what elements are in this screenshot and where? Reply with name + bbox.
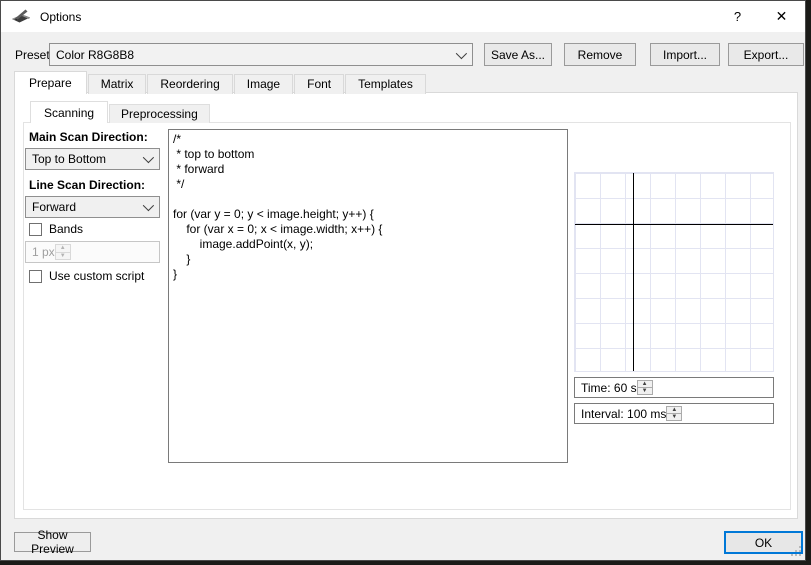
spinner-buttons[interactable]: ▲ ▼ bbox=[666, 406, 683, 421]
checkbox-icon bbox=[29, 222, 42, 236]
chevron-down-icon bbox=[455, 47, 468, 59]
main-tab-strip: Prepare Matrix Reordering Image Font Tem… bbox=[14, 71, 427, 94]
tab-prepare[interactable]: Prepare bbox=[14, 71, 87, 94]
window-title: Options bbox=[40, 9, 82, 24]
use-custom-script-checkbox[interactable]: Use custom script bbox=[29, 269, 144, 283]
sub-tab-strip: Scanning Preprocessing bbox=[30, 101, 211, 123]
tab-scanning[interactable]: Scanning bbox=[30, 101, 109, 123]
tab-image[interactable]: Image bbox=[233, 74, 294, 94]
tab-preprocessing[interactable]: Preprocessing bbox=[109, 104, 210, 123]
interval-spinner[interactable]: Interval: 100 ms ▲ ▼ bbox=[574, 403, 774, 424]
spinner-buttons[interactable]: ▲ ▼ bbox=[636, 380, 653, 395]
time-value: Time: 60 s bbox=[581, 380, 637, 395]
scan-horizontal-axis-line bbox=[575, 224, 773, 225]
main-scan-direction-label: Main Scan Direction: bbox=[29, 130, 148, 144]
line-scan-direction-value: Forward bbox=[32, 200, 77, 214]
export-button[interactable]: Export... bbox=[728, 43, 804, 66]
import-button[interactable]: Import... bbox=[650, 43, 720, 66]
app-icon bbox=[12, 9, 30, 23]
chevron-down-icon bbox=[142, 199, 155, 212]
preset-value: Color R8G8B8 bbox=[56, 47, 135, 62]
desktop-background: Options ? ✕ Preset: Color R8G8B8 Save As… bbox=[0, 0, 811, 565]
remove-button[interactable]: Remove bbox=[564, 43, 636, 66]
preset-combobox[interactable]: Color R8G8B8 bbox=[49, 43, 473, 66]
line-scan-direction-combobox[interactable]: Forward bbox=[25, 196, 160, 218]
main-scan-direction-value: Top to Bottom bbox=[32, 152, 107, 166]
scan-preview-grid bbox=[574, 172, 774, 372]
help-button[interactable]: ? bbox=[715, 1, 760, 32]
scan-script-editor[interactable]: /* * top to bottom * forward */ for (var… bbox=[168, 129, 568, 463]
tab-templates[interactable]: Templates bbox=[345, 74, 426, 94]
close-icon[interactable]: ✕ bbox=[759, 1, 804, 32]
spinner-buttons[interactable]: ▲ ▼ bbox=[54, 244, 71, 260]
tab-font[interactable]: Font bbox=[294, 74, 345, 94]
bands-checkbox[interactable]: Bands bbox=[29, 222, 83, 236]
resize-grip[interactable] bbox=[791, 546, 801, 556]
title-bar: Options ? ✕ bbox=[1, 1, 805, 32]
spin-down-icon[interactable]: ▼ bbox=[667, 414, 681, 420]
tab-matrix[interactable]: Matrix bbox=[87, 74, 147, 94]
bands-label: Bands bbox=[49, 222, 84, 236]
main-scan-direction-combobox[interactable]: Top to Bottom bbox=[25, 148, 160, 170]
interval-value: Interval: 100 ms bbox=[581, 406, 667, 421]
time-spinner[interactable]: Time: 60 s ▲ ▼ bbox=[574, 377, 774, 398]
spin-up-icon[interactable]: ▲ bbox=[55, 245, 70, 253]
options-dialog: Options ? ✕ Preset: Color R8G8B8 Save As… bbox=[0, 0, 806, 561]
bands-size-spinner[interactable]: 1 px ▲ ▼ bbox=[25, 241, 160, 263]
use-custom-script-label: Use custom script bbox=[49, 269, 145, 283]
chevron-down-icon bbox=[142, 151, 155, 164]
spin-down-icon[interactable]: ▼ bbox=[56, 253, 70, 260]
scan-script-code: /* * top to bottom * forward */ for (var… bbox=[173, 132, 383, 281]
spin-up-icon[interactable]: ▲ bbox=[667, 407, 682, 414]
tab-reordering[interactable]: Reordering bbox=[147, 74, 233, 94]
scan-vertical-axis-line bbox=[633, 173, 634, 371]
bands-size-value: 1 px bbox=[32, 245, 55, 259]
preset-label: Preset: bbox=[15, 48, 54, 62]
spin-up-icon[interactable]: ▲ bbox=[637, 381, 652, 388]
line-scan-direction-label: Line Scan Direction: bbox=[29, 178, 146, 192]
checkbox-icon bbox=[29, 269, 42, 283]
spin-down-icon[interactable]: ▼ bbox=[638, 388, 652, 394]
save-as-button[interactable]: Save As... bbox=[484, 43, 552, 66]
show-preview-button[interactable]: Show Preview bbox=[14, 528, 91, 556]
